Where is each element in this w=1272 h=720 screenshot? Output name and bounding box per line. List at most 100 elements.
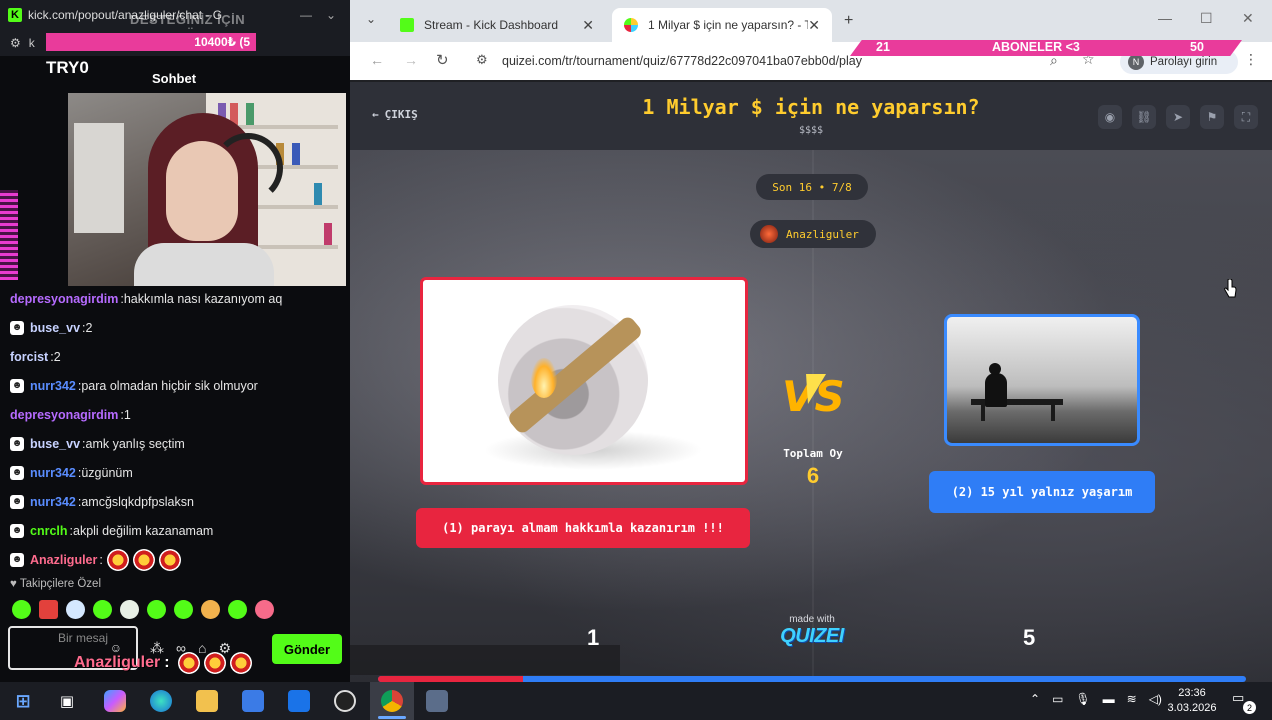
wifi-icon[interactable]: ≋ [1127, 692, 1137, 706]
emote-icon[interactable] [228, 600, 247, 619]
desktop: K kick.com/popout/anazliguler/chat - G —… [0, 0, 1272, 720]
chat-username[interactable]: nurr342 [30, 379, 76, 393]
back-icon[interactable]: ← [370, 52, 384, 68]
reload-icon[interactable]: ↻ [436, 51, 449, 69]
emote-icon[interactable] [174, 600, 193, 619]
chat-username[interactable]: depresyonagirdim [10, 408, 118, 422]
webcam-feed [68, 93, 346, 286]
quizei-logo[interactable]: QUIZEI [350, 625, 1272, 648]
made-with-label: made with [789, 614, 835, 625]
tab-kick-dashboard[interactable]: Stream - Kick Dashboard ✕ [388, 8, 606, 42]
site-settings-icon[interactable]: ⚙ [10, 36, 21, 50]
store-icon[interactable] [242, 690, 264, 712]
minimize-icon[interactable]: — [1158, 10, 1172, 26]
forward-icon[interactable]: → [404, 52, 418, 68]
chevron-up-icon[interactable]: ⌃ [1030, 692, 1040, 706]
user-badge-icon: ☻ [10, 378, 24, 393]
emote-icon [132, 548, 155, 571]
emote-icon[interactable] [12, 600, 31, 619]
site-info-icon[interactable]: ⚙ [476, 52, 488, 68]
chat-text: 1 [123, 407, 131, 422]
system-tray: ⌃ ▭ 🎙 ▬ ≋ ◁) [1030, 692, 1162, 706]
link-icon[interactable]: ⛓ [1132, 105, 1156, 129]
user-badge-icon: ☻ [10, 552, 24, 567]
close-window-icon[interactable]: ✕ [1242, 10, 1254, 27]
emote-icon[interactable] [66, 600, 85, 619]
streamer-body [134, 243, 274, 286]
chat-username[interactable]: nurr342 [30, 466, 76, 480]
tab-quiz[interactable]: 1 Milyar $ için ne yaparsın? - Ti ✕ [612, 8, 832, 42]
emote-icon [158, 548, 181, 571]
chat-username[interactable]: nurr342 [30, 495, 76, 509]
chat-message: forcist: 2 [10, 342, 346, 371]
windows-start-icon[interactable]: ⊞ [12, 690, 34, 712]
send-icon[interactable]: ➤ [1166, 105, 1190, 129]
tab-search-icon[interactable]: ⌄ [366, 12, 376, 26]
emote-icon [106, 548, 129, 571]
emote-icon[interactable] [39, 600, 58, 619]
chat-separator: : [99, 552, 103, 567]
wall-poster [74, 123, 124, 233]
taskbar-active-indicator [378, 716, 406, 719]
creator-badge[interactable]: Anazliguler [750, 220, 876, 248]
obs-icon[interactable] [334, 690, 356, 712]
emote-icon[interactable] [120, 600, 139, 619]
chat-username[interactable]: depresyonagirdim [10, 292, 118, 306]
headset [213, 133, 283, 203]
copilot-icon[interactable] [104, 690, 126, 712]
new-tab-icon[interactable]: + [844, 12, 853, 30]
chat-username[interactable]: buse_vv [30, 437, 80, 451]
chat-message: ☻ Anazliguler: [10, 545, 346, 574]
chat-username[interactable]: Anazliguler [30, 553, 97, 567]
profile-avatar: N [1128, 54, 1144, 70]
chat-username[interactable]: buse_vv [30, 321, 80, 335]
chrome-icon[interactable] [381, 690, 403, 712]
emote-icon[interactable] [201, 600, 220, 619]
taskbar-clock[interactable]: 23:36 3.03.2026 [1160, 686, 1224, 716]
close-tab-icon[interactable]: ✕ [808, 17, 820, 34]
kick-logo-icon [400, 18, 414, 32]
chat-message: depresyonagirdim: 1 [10, 400, 346, 429]
alert-overlay: Anazliguler : [74, 652, 252, 674]
emote-picker-row [12, 600, 274, 619]
microphone-icon[interactable]: 🎙 [1075, 692, 1090, 706]
chat-message: ☻ buse_vv: 2 [10, 313, 346, 342]
battery-icon[interactable]: ▬ [1103, 692, 1115, 706]
emote-icon[interactable] [147, 600, 166, 619]
device-icon[interactable]: ▭ [1052, 692, 1063, 706]
overlay-decoration [0, 190, 18, 280]
chat-username[interactable]: forcist [10, 350, 48, 364]
file-explorer-icon[interactable] [196, 690, 218, 712]
chat-text: para olmadan hiçbir sik olmuyor [81, 378, 258, 393]
notification-count: 2 [1243, 701, 1256, 714]
app-icon[interactable] [426, 690, 448, 712]
chat-username[interactable]: cnrclh [30, 524, 68, 538]
maximize-icon[interactable]: ☐ [1200, 10, 1213, 27]
total-votes-label: Toplam Oy [783, 447, 843, 460]
edge-icon[interactable] [150, 690, 172, 712]
emote-icon [229, 652, 252, 674]
header-actions: ◉ ⛓ ➤ ⚑ ⛶ [1098, 105, 1258, 129]
kick-logo-icon: K [8, 8, 22, 22]
eye-icon[interactable]: ◉ [1098, 105, 1122, 129]
flag-icon[interactable]: ⚑ [1200, 105, 1224, 129]
outlook-icon[interactable] [288, 690, 310, 712]
task-view-icon[interactable]: ▣ [56, 690, 78, 712]
emote-icon[interactable] [93, 600, 112, 619]
user-badge-icon: ☻ [10, 523, 24, 538]
streamer-name: TRY0 [46, 58, 89, 77]
notifications-icon[interactable]: ▭ 2 [1232, 690, 1256, 714]
user-badge-icon: ☻ [10, 465, 24, 480]
option-1-button[interactable]: (1) parayı almam hakkımla kazanırım !!! [416, 508, 750, 548]
send-button[interactable]: Gönder [272, 634, 342, 664]
emote-icon [177, 652, 200, 674]
chat-message: ☻ buse_vv: amk yanlış seçtim [10, 429, 346, 458]
option-2-image[interactable] [944, 314, 1140, 446]
fullscreen-icon[interactable]: ⛶ [1234, 105, 1258, 129]
chat-text: hakkımla nası kazanıyom aq [123, 291, 283, 306]
menu-kebab-icon[interactable]: ⋮ [1244, 51, 1258, 68]
url-field[interactable]: quizei.com/tr/tournament/quiz/67778d22c0… [502, 54, 862, 68]
close-tab-icon[interactable]: ✕ [582, 17, 594, 34]
chat-message: ☻ nurr342: üzgünüm [10, 458, 346, 487]
emote-icon[interactable] [255, 600, 274, 619]
